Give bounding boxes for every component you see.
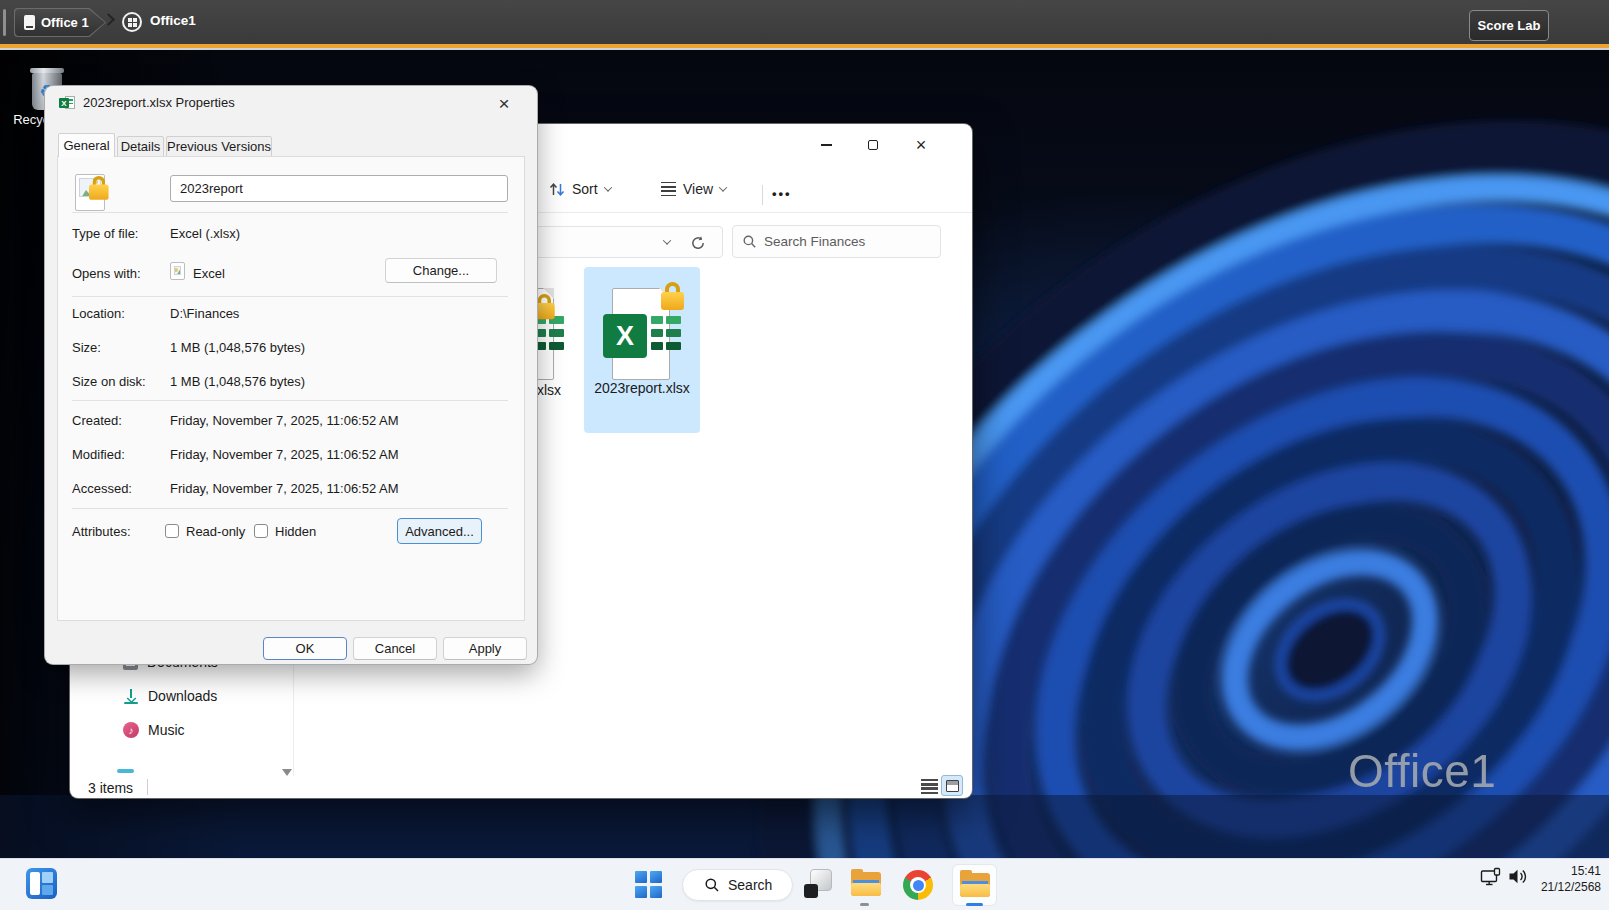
tab-general[interactable]: General bbox=[58, 133, 115, 157]
folder-icon bbox=[851, 872, 881, 896]
refresh-icon[interactable] bbox=[690, 235, 706, 251]
tab-details[interactable]: Details bbox=[117, 136, 164, 157]
row-value: 1 MB (1,048,576 bytes) bbox=[170, 340, 305, 355]
view-button[interactable]: View bbox=[661, 181, 726, 197]
taskbar-search[interactable]: Search bbox=[682, 869, 793, 901]
sidebar-item-downloads[interactable]: Downloads bbox=[123, 688, 217, 704]
downloads-icon bbox=[123, 688, 139, 704]
row-label: Attributes: bbox=[72, 524, 131, 539]
machine-tab[interactable]: Office 1 bbox=[14, 8, 106, 37]
readonly-checkbox[interactable] bbox=[165, 524, 179, 538]
view-icon bbox=[661, 182, 676, 197]
monitor-icon bbox=[24, 15, 35, 30]
row-label: Type of file: bbox=[72, 226, 138, 241]
sidebar-item-music[interactable]: ♪ Music bbox=[123, 722, 185, 738]
row-label: Size on disk: bbox=[72, 374, 146, 389]
close-icon[interactable]: × bbox=[489, 92, 519, 116]
sort-button[interactable]: Sort bbox=[549, 181, 611, 197]
viewer-topbar: Office 1 Office1 Score Lab bbox=[0, 0, 1609, 44]
ok-button[interactable]: OK bbox=[263, 637, 347, 660]
chevron-down-icon bbox=[603, 183, 611, 191]
file-name: 2023report.xlsx bbox=[584, 380, 700, 396]
items-count: 3 items bbox=[88, 780, 133, 796]
hidden-label: Hidden bbox=[275, 524, 316, 539]
statusbar-separator bbox=[147, 779, 148, 795]
task-view-button[interactable] bbox=[803, 869, 833, 899]
explorer-taskbar-button[interactable] bbox=[851, 872, 881, 896]
row-label: Size: bbox=[72, 340, 101, 355]
properties-dialog: X 2023report.xlsx Properties × General D… bbox=[45, 86, 537, 664]
thumbnail-view-button[interactable] bbox=[941, 775, 963, 796]
breadcrumb-machine-label: Office1 bbox=[150, 13, 196, 28]
minimize-button[interactable] bbox=[803, 130, 849, 160]
row-label: Modified: bbox=[72, 447, 125, 462]
list-view-button[interactable] bbox=[921, 779, 938, 794]
chevron-down-icon bbox=[663, 236, 671, 244]
row-label: Accessed: bbox=[72, 481, 132, 496]
chrome-icon[interactable] bbox=[903, 870, 933, 900]
dialog-title: 2023report.xlsx Properties bbox=[83, 95, 235, 110]
change-button[interactable]: Change... bbox=[385, 258, 497, 283]
accent-bar-light bbox=[0, 48, 1609, 50]
toolbar-separator bbox=[762, 185, 763, 205]
opens-with-icon bbox=[170, 262, 185, 280]
volume-icon[interactable] bbox=[1508, 868, 1530, 885]
more-options-button[interactable]: ••• bbox=[772, 186, 792, 201]
desktop-watermark: Office1 bbox=[1348, 744, 1496, 798]
open-app-indicator bbox=[860, 903, 869, 906]
filename-input[interactable] bbox=[170, 175, 508, 202]
file-item-selected[interactable]: X 2023report.xlsx bbox=[584, 267, 700, 433]
row-label: Location: bbox=[72, 306, 125, 321]
folder-icon bbox=[960, 873, 990, 897]
row-label: Opens with: bbox=[72, 266, 141, 281]
row-value: Excel (.xlsx) bbox=[170, 226, 240, 241]
advanced-button[interactable]: Advanced... bbox=[397, 518, 482, 544]
search-label: Search bbox=[728, 877, 772, 893]
apply-button[interactable]: Apply bbox=[443, 637, 527, 660]
chevron-down-icon bbox=[719, 183, 727, 191]
search-icon bbox=[743, 235, 756, 248]
row-value: Excel bbox=[193, 266, 225, 281]
clock[interactable]: 15:41 21/12/2568 bbox=[1541, 864, 1601, 895]
machine-tab-label: Office 1 bbox=[41, 15, 89, 30]
row-value: Friday, November 7, 2025, 11:06:52 AM bbox=[170, 481, 399, 496]
active-app-indicator bbox=[966, 903, 983, 906]
windows-circle-icon bbox=[122, 12, 142, 32]
row-value: Friday, November 7, 2025, 11:06:52 AM bbox=[170, 447, 399, 462]
tray-time: 15:41 bbox=[1541, 864, 1601, 880]
excel-icon: X bbox=[603, 314, 647, 358]
cancel-button[interactable]: Cancel bbox=[353, 637, 437, 660]
explorer-active-button[interactable] bbox=[952, 864, 997, 906]
scrollbar-down-icon[interactable] bbox=[282, 769, 292, 776]
hidden-checkbox[interactable] bbox=[254, 524, 268, 538]
search-input[interactable] bbox=[764, 234, 924, 249]
row-value: D:\Finances bbox=[170, 306, 239, 321]
sidebar-item-peek-icon bbox=[117, 769, 134, 773]
maximize-button[interactable] bbox=[850, 130, 896, 160]
widgets-icon[interactable] bbox=[26, 868, 57, 899]
row-value: 1 MB (1,048,576 bytes) bbox=[170, 374, 305, 389]
row-label: Created: bbox=[72, 413, 122, 428]
search-icon bbox=[705, 878, 719, 892]
search-box[interactable] bbox=[732, 225, 941, 258]
score-lab-button[interactable]: Score Lab bbox=[1469, 10, 1549, 41]
start-button[interactable] bbox=[635, 871, 662, 898]
music-icon: ♪ bbox=[123, 722, 139, 738]
tray-date: 21/12/2568 bbox=[1541, 880, 1601, 896]
panel-handle[interactable] bbox=[3, 9, 6, 36]
close-button[interactable]: × bbox=[897, 130, 945, 160]
sort-icon bbox=[549, 182, 565, 197]
row-value: Friday, November 7, 2025, 11:06:52 AM bbox=[170, 413, 399, 428]
excel-file-icon: X bbox=[59, 95, 75, 111]
network-icon[interactable] bbox=[1480, 867, 1504, 887]
tab-previous-versions[interactable]: Previous Versions bbox=[166, 136, 272, 157]
readonly-label: Read-only bbox=[186, 524, 245, 539]
